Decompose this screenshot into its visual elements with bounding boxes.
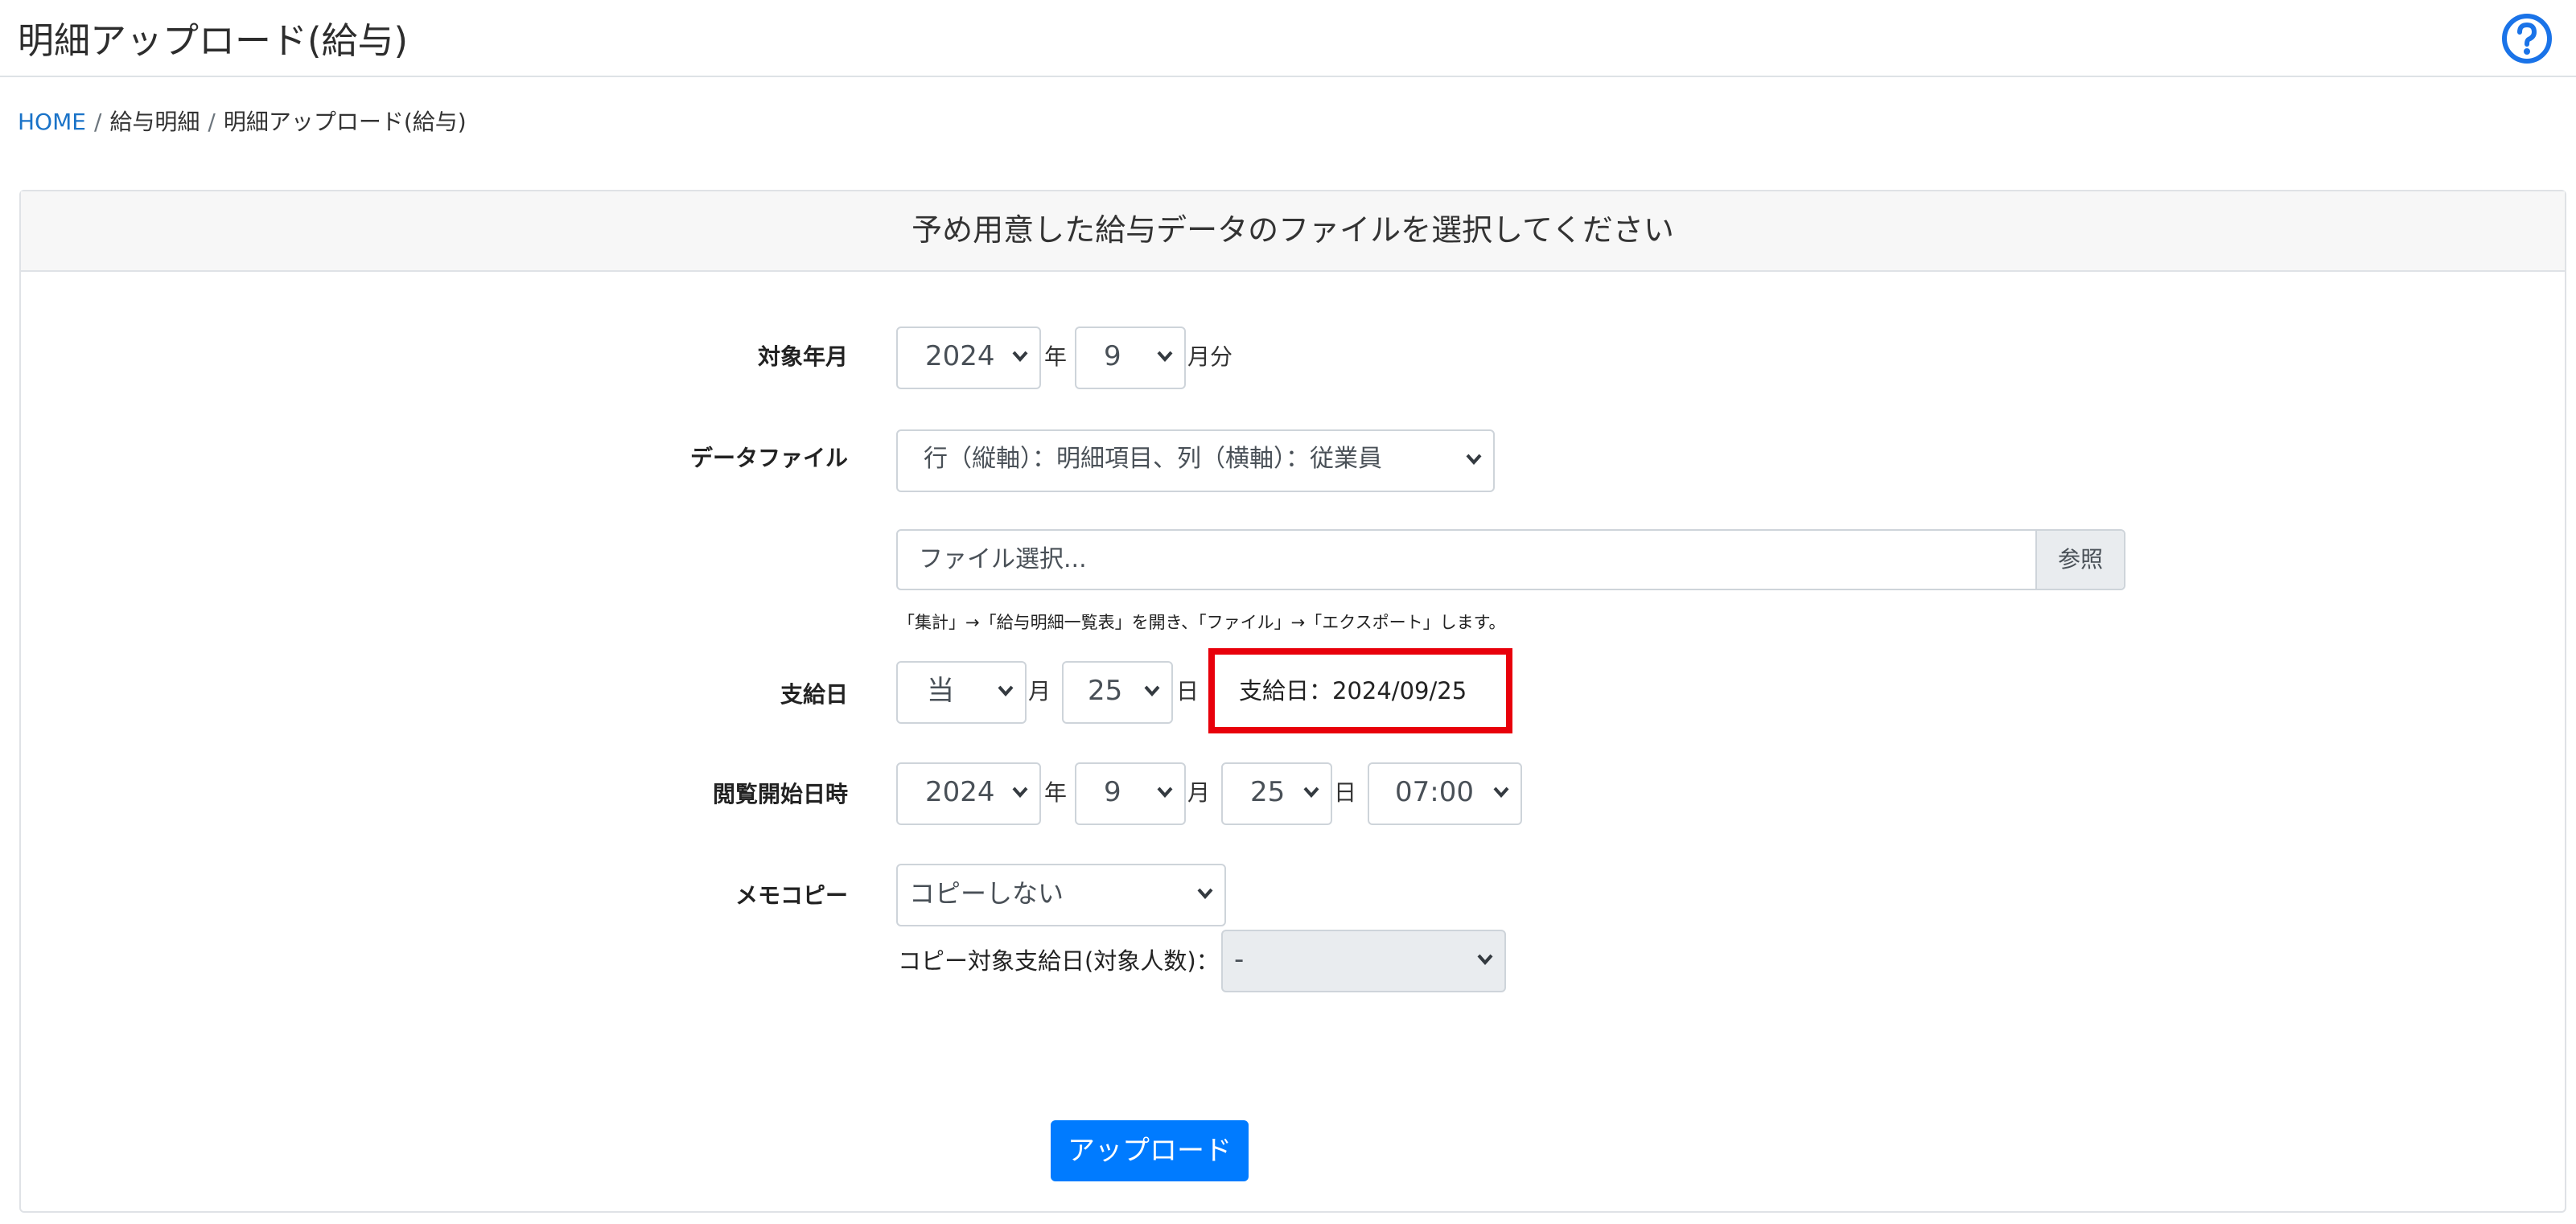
pay-month-value: 当 <box>927 675 954 707</box>
chevron-down-icon <box>1144 685 1160 696</box>
pay-day-select[interactable]: 25 <box>1062 661 1173 724</box>
breadcrumb-current: 明細アップロード(給与) <box>223 109 467 135</box>
pay-day-summary-highlight: 支給日：2024/09/25 <box>1208 648 1512 733</box>
chevron-down-icon <box>1493 787 1509 798</box>
pay-day-label: 支給日 <box>780 681 848 708</box>
view-month-select[interactable]: 9 <box>1075 762 1186 825</box>
pay-month-unit: 月 <box>1028 678 1051 704</box>
copy-target-select: - <box>1221 930 1506 992</box>
chevron-down-icon <box>1157 351 1173 362</box>
pay-day-unit: 日 <box>1176 678 1200 704</box>
data-file-hint: 「集計」→「給与明細一覧表」を開き、「ファイル」→「エクスポート」します。 <box>898 613 1506 632</box>
chevron-down-icon <box>1466 454 1482 465</box>
view-month-value: 9 <box>1104 776 1121 808</box>
question-circle-icon[interactable] <box>2500 12 2553 65</box>
target-month-select[interactable]: 9 <box>1075 327 1186 389</box>
target-year-value: 2024 <box>925 340 995 372</box>
browse-button[interactable]: 参照 <box>2035 531 2124 589</box>
view-year-value: 2024 <box>925 776 995 808</box>
target-month-unit: 月分 <box>1187 343 1233 370</box>
chevron-down-icon <box>1012 787 1028 798</box>
chevron-down-icon <box>1012 351 1028 362</box>
memo-copy-select[interactable]: コピーしない <box>896 864 1226 926</box>
memo-copy-label: メモコピー <box>735 882 848 909</box>
card-heading: 予め用意した給与データのファイルを選択してください <box>21 191 2565 272</box>
breadcrumb-separator: / <box>208 109 216 135</box>
view-time-select[interactable]: 07:00 <box>1368 762 1522 825</box>
page-title: 明細アップロード(給与) <box>18 19 409 62</box>
file-chooser[interactable]: ファイル選択... 参照 <box>896 529 2125 590</box>
pay-day-summary: 支給日：2024/09/25 <box>1239 677 1467 704</box>
target-month-value: 9 <box>1104 340 1121 372</box>
breadcrumb: HOME / 給与明細 / 明細アップロード(給与) <box>18 105 467 137</box>
data-file-label: データファイル <box>689 445 848 471</box>
copy-target-label: コピー対象支給日(対象人数)： <box>898 947 1220 975</box>
pay-day-value: 25 <box>1088 675 1123 707</box>
view-day-unit: 日 <box>1334 779 1357 806</box>
copy-target-value: - <box>1234 943 1245 976</box>
breadcrumb-parent[interactable]: 給与明細 <box>109 109 200 135</box>
view-time-value: 07:00 <box>1395 776 1474 808</box>
upload-button[interactable]: アップロード <box>1051 1120 1249 1181</box>
target-year-unit: 年 <box>1044 343 1068 370</box>
data-format-select[interactable]: 行（縦軸）：明細項目、列（横軸）：従業員 <box>896 429 1495 492</box>
view-start-label: 閲覧開始日時 <box>712 781 848 807</box>
chevron-down-icon <box>998 685 1014 696</box>
pay-month-select[interactable]: 当 <box>896 661 1027 724</box>
memo-copy-value: コピーしない <box>909 878 1064 909</box>
file-input-placeholder: ファイル選択... <box>919 545 1087 573</box>
view-day-value: 25 <box>1250 776 1286 808</box>
target-year-select[interactable]: 2024 <box>896 327 1041 389</box>
view-year-unit: 年 <box>1044 779 1068 806</box>
target-month-label: 対象年月 <box>757 343 848 370</box>
view-month-unit: 月 <box>1187 779 1211 806</box>
chevron-down-icon <box>1197 888 1213 899</box>
breadcrumb-separator: / <box>93 109 102 135</box>
chevron-down-icon <box>1303 787 1319 798</box>
chevron-down-icon <box>1477 954 1493 965</box>
data-format-value: 行（縦軸）：明細項目、列（横軸）：従業員 <box>924 445 1382 473</box>
chevron-down-icon <box>1157 787 1173 798</box>
top-bar: 明細アップロード(給与) <box>0 0 2576 77</box>
view-year-select[interactable]: 2024 <box>896 762 1041 825</box>
view-day-select[interactable]: 25 <box>1221 762 1332 825</box>
breadcrumb-home-link[interactable]: HOME <box>18 109 86 135</box>
